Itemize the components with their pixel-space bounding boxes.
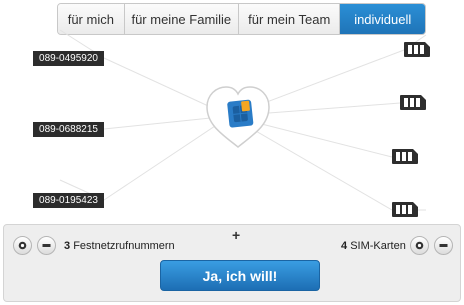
plus-circle-icon (18, 240, 27, 252)
landline-number[interactable]: 089-0195423 (33, 193, 104, 208)
add-sim-button[interactable] (410, 236, 429, 255)
minus-circle-icon (439, 240, 448, 252)
sim-count: 4 (341, 240, 348, 252)
sim-card-icon[interactable] (392, 149, 418, 164)
remove-landline-button[interactable] (37, 236, 56, 255)
sim-card-icon[interactable] (404, 42, 430, 57)
plus-circle-icon (415, 240, 424, 252)
landline-count: 3 (64, 240, 71, 252)
heart-sim-icon (203, 83, 273, 151)
landline-count-label: Festnetzrufnummern (73, 240, 175, 252)
landline-number[interactable]: 089-0688215 (33, 122, 104, 137)
add-landline-button[interactable] (13, 236, 32, 255)
confirm-button[interactable]: Ja, ich will! (160, 260, 320, 291)
sim-count-text: 4 SIM-Karten (341, 240, 406, 252)
landline-number[interactable]: 089-0495920 (33, 51, 104, 66)
landline-count-text: 3 Festnetzrufnummern (64, 240, 175, 252)
sim-card-icon[interactable] (392, 202, 418, 217)
sim-card-icon[interactable] (400, 95, 426, 110)
remove-sim-button[interactable] (434, 236, 453, 255)
plus-separator: + (232, 227, 241, 243)
minus-circle-icon (42, 240, 51, 252)
sim-count-label: SIM-Karten (350, 240, 406, 252)
